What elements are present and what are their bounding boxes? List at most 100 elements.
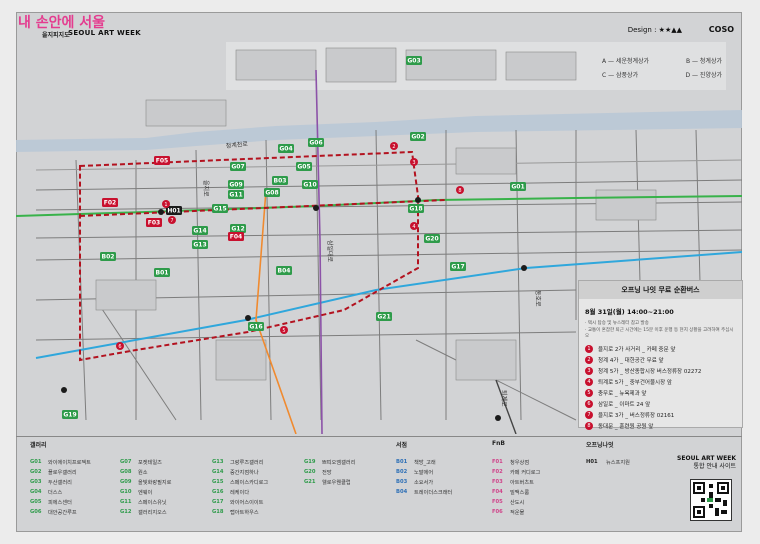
list-item[interactable]: G18 랩아트하우스 xyxy=(212,507,268,517)
list-item-name: 랩아트하우스 xyxy=(230,509,259,516)
list-item[interactable]: G07 포켓테일즈 xyxy=(120,457,171,467)
marker-b02[interactable]: B02 xyxy=(100,252,116,261)
marker-label: G15 xyxy=(213,206,226,213)
list-item[interactable]: G20 전망 xyxy=(304,467,355,477)
list-item[interactable]: F06 적운물 xyxy=(492,507,540,517)
list-item[interactable]: G17 와이어스이이트 xyxy=(212,497,268,507)
marker-g03[interactable]: G03 xyxy=(406,56,422,65)
list-item[interactable]: G11 스페이스유닛 xyxy=(120,497,171,507)
marker-h01[interactable]: H01 xyxy=(166,206,182,215)
list-item[interactable]: B01 책방_고래 xyxy=(396,457,452,467)
marker-b04[interactable]: B04 xyxy=(276,266,292,275)
list-item[interactable]: G02 플로우갤러리 xyxy=(30,467,91,477)
list-item-name: 엔웨이 xyxy=(138,489,153,496)
list-item[interactable]: B03 소요서가 xyxy=(396,477,452,487)
route-stop-6[interactable]: 6 xyxy=(116,342,124,350)
street-label-dongho: 동호로 xyxy=(534,290,541,307)
marker-label: F05 xyxy=(156,158,168,165)
list-item[interactable]: G06 대안공간루프 xyxy=(30,507,91,517)
marker-g01[interactable]: G01 xyxy=(510,182,526,191)
list-item[interactable]: G15 스페이스카디로그 xyxy=(212,477,268,487)
marker-g18[interactable]: G18 xyxy=(408,204,424,213)
list-item[interactable]: G08 원소 xyxy=(120,467,171,477)
marker-g17[interactable]: G17 xyxy=(450,262,466,271)
shuttle-stop-text: 퇴계로 5가 _ 중부건어물시장 앞 xyxy=(598,380,672,386)
list-item-name: 와이에이치프로젝트 xyxy=(48,459,91,466)
list-item[interactable]: F04 밀맥스룸 xyxy=(492,487,540,497)
marker-f02[interactable]: F02 xyxy=(102,198,118,207)
list-item[interactable]: G19 쁘띠오엠갤러리 xyxy=(304,457,355,467)
list-item-name: 아트버츠트 xyxy=(510,479,534,486)
marker-g08[interactable]: G08 xyxy=(264,188,280,197)
marker-f03[interactable]: F03 xyxy=(146,218,162,227)
list-item-code: B03 xyxy=(396,479,408,485)
list-item[interactable]: G21 웰로우웬클럽 xyxy=(304,477,355,487)
category-opening: 오프닝나잇 xyxy=(586,442,614,449)
list-item-name: 쁘띠오엠갤러리 xyxy=(322,459,356,466)
route-stop-2[interactable]: 2 xyxy=(390,142,398,150)
gallery-list-3: G13 그랑루즈갤러리 G14 중간지점하나 G15 스페이스카디로그 G16 레케이다 G17… xyxy=(212,457,268,517)
header-small: 을지피지도 xyxy=(42,32,70,39)
marker-g10[interactable]: G10 xyxy=(302,180,318,189)
route-stop-5[interactable]: 5 xyxy=(280,326,288,334)
marker-b03[interactable]: B03 xyxy=(272,176,288,185)
list-item[interactable]: G12 갤러리지오스 xyxy=(120,507,171,517)
marker-b01[interactable]: B01 xyxy=(154,268,170,277)
list-item-code: G21 xyxy=(304,479,316,485)
marker-g14[interactable]: G14 xyxy=(192,226,208,235)
list-item[interactable]: G14 중간지점하나 xyxy=(212,467,268,477)
list-item[interactable]: F02 카페 커디로그 xyxy=(492,467,540,477)
shuttle-title: 오프닝 나잇 무료 순환버스 xyxy=(579,281,742,299)
list-item-code: F01 xyxy=(492,459,503,465)
marker-g21[interactable]: G21 xyxy=(376,312,392,321)
list-item-code: G20 xyxy=(304,469,316,475)
route-stop-8[interactable]: 8 xyxy=(456,186,464,194)
route-stop-4[interactable]: 4 xyxy=(410,222,418,230)
marker-g04[interactable]: G04 xyxy=(278,144,294,153)
marker-g15[interactable]: G15 xyxy=(212,204,228,213)
list-item-code: F03 xyxy=(492,479,503,485)
site-title: SEOUL ART WEEK 통합 안내 사이트 xyxy=(677,455,736,470)
route-stop-1[interactable]: 1 xyxy=(162,200,170,208)
marker-g19[interactable]: G19 xyxy=(62,410,78,419)
route-stop-number: 1 xyxy=(164,202,167,208)
list-item[interactable]: H01 뉴스프지원 xyxy=(586,457,630,467)
list-item-name: 원소 xyxy=(138,469,148,476)
list-item-name: 적운물 xyxy=(510,509,525,516)
list-item[interactable]: G01 와이에이치프로젝트 xyxy=(30,457,91,467)
list-item[interactable]: G13 그랑루즈갤러리 xyxy=(212,457,268,467)
list-item-code: F02 xyxy=(492,469,503,475)
route-stop-7[interactable]: 7 xyxy=(168,216,176,224)
marker-g06[interactable]: G06 xyxy=(308,138,324,147)
marker-g09[interactable]: G09 xyxy=(228,180,244,189)
list-item[interactable]: B02 노말에어 xyxy=(396,467,452,477)
marker-g16[interactable]: G16 xyxy=(248,322,264,331)
qr-code[interactable] xyxy=(690,479,732,521)
list-item[interactable]: G10 엔웨이 xyxy=(120,487,171,497)
marker-g13[interactable]: G13 xyxy=(192,240,208,249)
list-item[interactable]: F03 아트버츠트 xyxy=(492,477,540,487)
list-item[interactable]: B04 트레이더스크래터 xyxy=(396,487,452,497)
street-label-eulji: 을지로 xyxy=(202,180,210,197)
list-item-name: 카페 커디로그 xyxy=(510,469,541,476)
list-item[interactable]: G09 을빛화랑필지로 xyxy=(120,477,171,487)
list-item[interactable]: G03 두산갤러리 xyxy=(30,477,91,487)
list-item[interactable]: F01 청우상점 xyxy=(492,457,540,467)
list-item[interactable]: G16 레케이다 xyxy=(212,487,268,497)
list-item[interactable]: F05 산도시 xyxy=(492,497,540,507)
route-stop-3[interactable]: 3 xyxy=(410,158,418,166)
marker-g07[interactable]: G07 xyxy=(230,162,246,171)
marker-g02[interactable]: G02 xyxy=(410,132,426,141)
marker-g12[interactable]: G12 xyxy=(230,224,246,233)
marker-label: G16 xyxy=(249,324,262,331)
marker-g05[interactable]: G05 xyxy=(296,162,312,171)
list-item[interactable]: G04 더스스 xyxy=(30,487,91,497)
marker-g20[interactable]: G20 xyxy=(424,234,440,243)
list-item[interactable]: G05 피에스센터 xyxy=(30,497,91,507)
marker-f04[interactable]: F04 xyxy=(228,232,244,241)
marker-label: B04 xyxy=(278,268,291,275)
list-item-name: 밀맥스룸 xyxy=(510,489,530,496)
marker-f05[interactable]: F05 xyxy=(154,156,170,165)
map-legend-row: C — 삼풍상가 D — 진양상가 xyxy=(602,72,722,79)
marker-g11[interactable]: G11 xyxy=(228,190,244,199)
